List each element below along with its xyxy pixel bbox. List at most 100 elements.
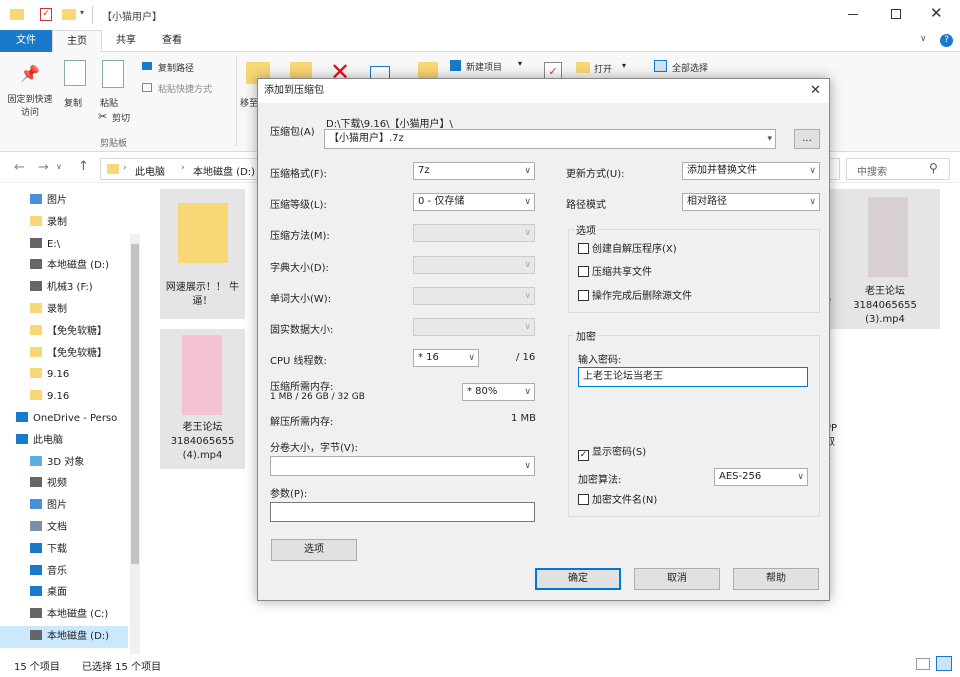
close-icon[interactable]: ✕ bbox=[930, 4, 943, 22]
nav-item[interactable]: 音乐 bbox=[0, 561, 128, 583]
delete-checkbox[interactable]: 操作完成后删除源文件 bbox=[578, 290, 692, 303]
show-password-checkbox[interactable]: ✓ 显示密码(S) bbox=[578, 446, 646, 461]
nav-item[interactable]: 录制 bbox=[0, 299, 128, 321]
nav-item[interactable]: 下载 bbox=[0, 539, 128, 561]
split-label: 分卷大小，字节(V): bbox=[270, 443, 359, 454]
level-select[interactable]: 0 - 仅存储 ∨ bbox=[413, 193, 535, 211]
new-item-dropdown-icon[interactable]: ▾ bbox=[518, 59, 522, 68]
enc-method-select[interactable]: AES-256 ∨ bbox=[714, 468, 808, 486]
breadcrumb-this-pc[interactable]: 此电脑 bbox=[135, 163, 165, 178]
nav-item[interactable]: 图片 bbox=[0, 190, 128, 212]
details-view-icon[interactable] bbox=[916, 658, 930, 670]
forward-icon[interactable]: → bbox=[38, 160, 49, 175]
help-icon[interactable]: ? bbox=[940, 34, 953, 47]
nav-item[interactable]: 本地磁盘 (D:) bbox=[0, 626, 128, 648]
cancel-button[interactable]: 取消 bbox=[634, 568, 720, 590]
word-select[interactable]: ∨ bbox=[413, 287, 535, 305]
search-icon: ⚲ bbox=[929, 161, 938, 175]
nav-item[interactable]: 【免免软糖】 bbox=[0, 343, 128, 365]
help-button[interactable]: 帮助 bbox=[733, 568, 819, 590]
pathmode-select[interactable]: 相对路径 ∨ bbox=[682, 193, 820, 211]
file-tile[interactable]: 网速展示！！ 牛逼！ bbox=[160, 189, 245, 319]
chevron-down-icon: ▾ bbox=[767, 134, 772, 144]
checkbox-box bbox=[578, 290, 589, 301]
minimize-icon[interactable] bbox=[848, 14, 858, 15]
large-icons-view-icon[interactable] bbox=[936, 656, 952, 671]
nav-item[interactable]: 录制 bbox=[0, 212, 128, 234]
copy-path-button[interactable]: 复制路径 bbox=[158, 61, 194, 74]
pin-button[interactable]: 固定到快速访问 bbox=[6, 94, 54, 120]
paste-button[interactable]: 粘贴 bbox=[100, 96, 118, 109]
mem-comp-select[interactable]: * 80% ∨ bbox=[462, 383, 535, 401]
nav-item[interactable]: 文档 bbox=[0, 517, 128, 539]
search-box[interactable]: 中搜索 ⚲ bbox=[846, 158, 950, 180]
nav-scroll-thumb[interactable] bbox=[131, 244, 139, 564]
new-folder-icon[interactable] bbox=[62, 9, 76, 20]
password-input[interactable]: 上老王论坛当老王 bbox=[578, 367, 808, 387]
nav-item-label: 音乐 bbox=[47, 565, 67, 577]
mem-decomp-value: 1 MB bbox=[511, 413, 537, 424]
properties-icon[interactable]: ✓ bbox=[40, 8, 52, 21]
tab-view[interactable]: 查看 bbox=[150, 30, 194, 52]
open-button[interactable]: 打开 bbox=[594, 62, 612, 75]
dict-select[interactable]: ∨ bbox=[413, 256, 535, 274]
nav-item[interactable]: 视频 bbox=[0, 473, 128, 495]
up-icon[interactable]: ↑ bbox=[78, 159, 89, 174]
nav-item[interactable]: 本地磁盘 (C:) bbox=[0, 604, 128, 626]
nav-item[interactable]: 3D 对象 bbox=[0, 452, 128, 474]
maximize-icon[interactable] bbox=[891, 9, 901, 19]
options-button[interactable]: 选项 bbox=[271, 539, 357, 561]
nav-item[interactable]: 此电脑 bbox=[0, 430, 128, 452]
move-to-button[interactable]: 移至 bbox=[240, 96, 258, 109]
nav-item[interactable]: 图片 bbox=[0, 495, 128, 517]
dialog-close-icon[interactable]: ✕ bbox=[810, 83, 821, 98]
tab-file[interactable]: 文件 bbox=[0, 30, 52, 52]
update-select[interactable]: 添加并替换文件 ∨ bbox=[682, 162, 820, 180]
nav-item-label: 【免免软糖】 bbox=[47, 347, 107, 359]
nav-item[interactable]: 【免免软糖】 bbox=[0, 321, 128, 343]
tab-share[interactable]: 共享 bbox=[104, 30, 148, 52]
word-label: 单词大小(W): bbox=[270, 294, 332, 305]
search-input[interactable]: 中搜索 bbox=[857, 163, 887, 178]
nav-item[interactable]: E:\ bbox=[0, 234, 128, 256]
item-count: 15 个项目 bbox=[14, 662, 60, 673]
recent-dropdown-icon[interactable]: ∨ bbox=[56, 162, 62, 171]
qat-dropdown-icon[interactable]: ▾ bbox=[80, 8, 84, 17]
folder-icon bbox=[30, 368, 42, 379]
title-bar: ✓ ▾ 【小猫用户】 ✕ bbox=[0, 0, 960, 30]
cpu-select[interactable]: * 16 ∨ bbox=[413, 349, 479, 367]
nav-item[interactable]: OneDrive - Perso bbox=[0, 408, 128, 430]
chevron-down-icon: ∨ bbox=[524, 166, 531, 176]
open-dropdown-icon[interactable]: ▾ bbox=[622, 61, 626, 70]
ok-button[interactable]: 确定 bbox=[535, 568, 621, 590]
copy-path-icon bbox=[142, 62, 152, 70]
nav-item[interactable]: 9.16 bbox=[0, 386, 128, 408]
split-combo[interactable]: ∨ bbox=[270, 456, 535, 476]
browse-button[interactable]: ... bbox=[794, 129, 820, 149]
file-tile[interactable]: 老王论坛 3184065655 (4).mp4 bbox=[160, 329, 245, 469]
solid-select[interactable]: ∨ bbox=[413, 318, 535, 336]
method-select[interactable]: ∨ bbox=[413, 224, 535, 242]
copy-button[interactable]: 复制 bbox=[64, 96, 82, 109]
nav-item[interactable]: 桌面 bbox=[0, 582, 128, 604]
nav-item[interactable]: 9.16 bbox=[0, 364, 128, 386]
format-select[interactable]: 7z ∨ bbox=[413, 162, 535, 180]
new-item-button[interactable]: 新建项目 bbox=[466, 60, 502, 73]
cpu-value: * 16 bbox=[418, 352, 439, 363]
nav-item[interactable]: 机械3 (F:) bbox=[0, 277, 128, 299]
breadcrumb-drive-d[interactable]: 本地磁盘 (D:) bbox=[193, 163, 255, 178]
sfx-checkbox[interactable]: 创建自解压程序(X) bbox=[578, 243, 677, 256]
paste-shortcut-button[interactable]: 粘贴快捷方式 bbox=[158, 82, 212, 95]
window-title: 【小猫用户】 bbox=[102, 12, 162, 23]
nav-item[interactable]: 本地磁盘 (D:) bbox=[0, 255, 128, 277]
tab-home[interactable]: 主页 bbox=[52, 30, 102, 52]
archive-name-combo[interactable]: 【小猫用户】.7z ▾ bbox=[324, 129, 776, 149]
encrypt-names-checkbox[interactable]: 加密文件名(N) bbox=[578, 494, 657, 507]
collapse-ribbon-icon[interactable]: ∨ bbox=[920, 34, 927, 44]
params-input[interactable] bbox=[270, 502, 535, 522]
cut-button[interactable]: 剪切 bbox=[112, 111, 130, 124]
back-icon[interactable]: ← bbox=[14, 160, 25, 175]
select-all-button[interactable]: 全部选择 bbox=[672, 61, 708, 74]
shared-checkbox[interactable]: 压缩共享文件 bbox=[578, 266, 652, 279]
file-tile[interactable]: 老王论坛 3184065655 (3).mp4 bbox=[830, 189, 940, 329]
